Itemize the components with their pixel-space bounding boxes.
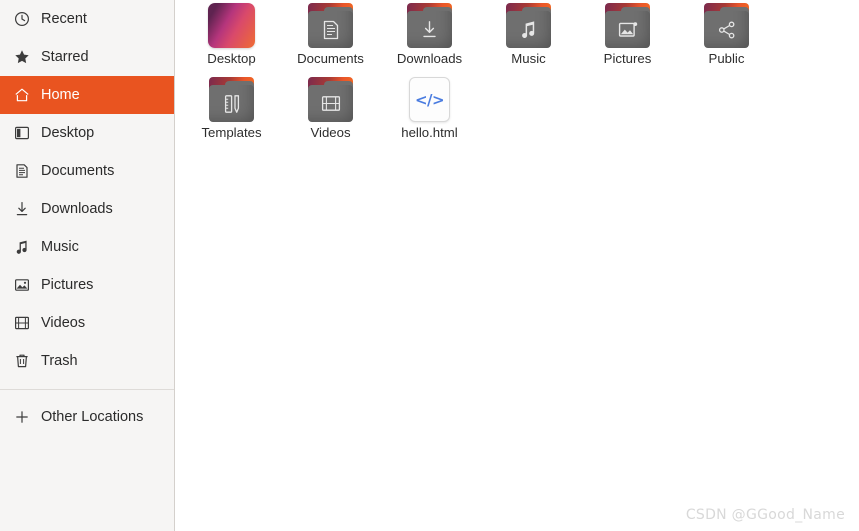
sidebar-item-starred[interactable]: Starred bbox=[0, 38, 174, 76]
file-thumbnail bbox=[208, 74, 255, 122]
file-thumbnail: </> bbox=[409, 74, 450, 122]
sidebar-item-label: Home bbox=[41, 86, 80, 103]
sidebar-item-recent[interactable]: Recent bbox=[0, 0, 174, 38]
sidebar-item-label: Documents bbox=[41, 162, 115, 179]
share-icon bbox=[704, 11, 749, 48]
file-label: Downloads bbox=[396, 51, 463, 66]
music-note-icon bbox=[506, 11, 551, 48]
sidebar-item-label: Desktop bbox=[41, 124, 95, 141]
template-icon bbox=[209, 85, 254, 122]
folder-icon bbox=[406, 3, 453, 48]
file-thumbnail bbox=[406, 0, 453, 48]
file-manager-window: Recent Starred Home Desktop Documents Do… bbox=[0, 0, 859, 531]
file-item-documents[interactable]: Documents bbox=[281, 0, 380, 74]
sidebar-item-label: Videos bbox=[41, 314, 86, 331]
music-note-icon bbox=[13, 239, 30, 256]
file-item-templates[interactable]: Templates bbox=[182, 74, 281, 148]
sidebar-item-label: Recent bbox=[41, 10, 87, 27]
file-label: Pictures bbox=[603, 51, 652, 66]
plus-icon bbox=[13, 409, 30, 426]
file-grid: Desktop Documents Downloads Music Pictur… bbox=[175, 0, 859, 148]
folder-icon bbox=[307, 77, 354, 122]
sidebar: Recent Starred Home Desktop Documents Do… bbox=[0, 0, 175, 531]
file-label: Templates bbox=[201, 125, 262, 140]
sidebar-item-label: Downloads bbox=[41, 200, 113, 217]
file-label: Music bbox=[511, 51, 546, 66]
file-item-downloads[interactable]: Downloads bbox=[380, 0, 479, 74]
file-thumbnail bbox=[505, 0, 552, 48]
document-icon bbox=[308, 11, 353, 48]
sidebar-item-label: Starred bbox=[41, 48, 89, 65]
download-icon bbox=[407, 11, 452, 48]
sidebar-item-desktop[interactable]: Desktop bbox=[0, 114, 174, 152]
sidebar-item-documents[interactable]: Documents bbox=[0, 152, 174, 190]
folder-icon bbox=[208, 77, 255, 122]
file-item-videos[interactable]: Videos bbox=[281, 74, 380, 148]
sidebar-item-label: Other Locations bbox=[41, 408, 144, 425]
sidebar-item-trash[interactable]: Trash bbox=[0, 342, 174, 380]
film-icon bbox=[308, 85, 353, 122]
film-icon bbox=[13, 315, 30, 332]
folder-icon bbox=[307, 3, 354, 48]
home-icon bbox=[13, 87, 30, 104]
file-item-desktop[interactable]: Desktop bbox=[182, 0, 281, 74]
sidebar-item-label: Pictures bbox=[41, 276, 94, 293]
folder-icon bbox=[505, 3, 552, 48]
folder-icon bbox=[604, 3, 651, 48]
sidebar-divider bbox=[0, 389, 174, 390]
trash-icon bbox=[13, 353, 30, 370]
picture-icon bbox=[605, 11, 650, 48]
clock-icon bbox=[13, 11, 30, 28]
file-thumbnail bbox=[604, 0, 651, 48]
file-item-pictures[interactable]: Pictures bbox=[578, 0, 677, 74]
picture-icon bbox=[13, 277, 30, 294]
file-label: Desktop bbox=[207, 51, 256, 66]
sidebar-item-other-locations[interactable]: Other Locations bbox=[0, 398, 174, 436]
desktop-icon bbox=[13, 125, 30, 142]
file-thumbnail bbox=[307, 74, 354, 122]
file-item-music[interactable]: Music bbox=[479, 0, 578, 74]
code-icon: </> bbox=[409, 77, 450, 122]
sidebar-item-music[interactable]: Music bbox=[0, 228, 174, 266]
watermark: CSDN @GGood_Name bbox=[685, 507, 845, 523]
file-thumbnail bbox=[307, 0, 354, 48]
file-item-public[interactable]: Public bbox=[677, 0, 776, 74]
sidebar-item-label: Trash bbox=[41, 352, 78, 369]
file-thumbnail bbox=[208, 0, 255, 48]
sidebar-item-downloads[interactable]: Downloads bbox=[0, 190, 174, 228]
sidebar-item-pictures[interactable]: Pictures bbox=[0, 266, 174, 304]
sidebar-item-videos[interactable]: Videos bbox=[0, 304, 174, 342]
document-icon bbox=[13, 163, 30, 180]
sidebar-item-label: Music bbox=[41, 238, 79, 255]
file-grid-area[interactable]: Desktop Documents Downloads Music Pictur… bbox=[175, 0, 859, 531]
star-icon bbox=[13, 49, 30, 66]
file-label: Videos bbox=[310, 125, 351, 140]
file-label: Documents bbox=[297, 51, 364, 66]
folder-icon bbox=[703, 3, 750, 48]
file-thumbnail bbox=[703, 0, 750, 48]
sidebar-item-home[interactable]: Home bbox=[0, 76, 174, 114]
file-label: Public bbox=[708, 51, 745, 66]
download-icon bbox=[13, 201, 30, 218]
file-label: hello.html bbox=[401, 125, 458, 140]
wallpaper-icon bbox=[208, 3, 255, 48]
file-item-hello-html[interactable]: </> hello.html bbox=[380, 74, 479, 148]
